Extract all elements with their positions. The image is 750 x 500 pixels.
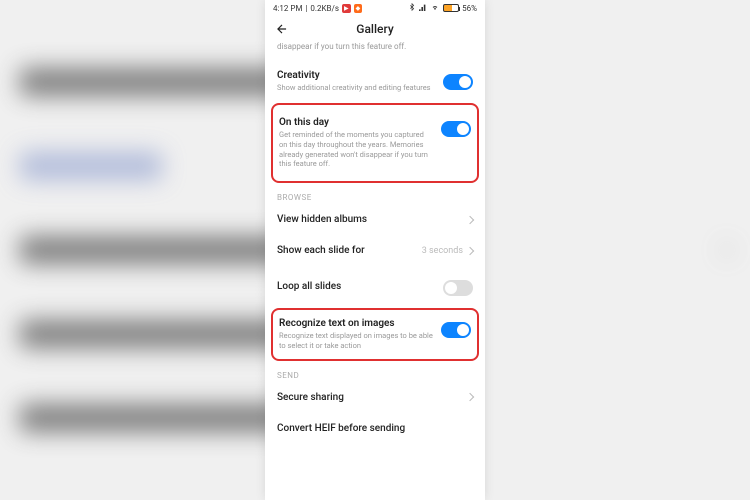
youtube-icon: ▶ — [342, 4, 351, 13]
status-time: 4:12 PM — [273, 4, 302, 13]
loop-slides-toggle[interactable] — [443, 280, 473, 296]
nav-secure-sharing[interactable]: Secure sharing — [277, 382, 473, 413]
setting-desc: Recognize text displayed on images to be… — [279, 331, 433, 351]
setting-title: Creativity — [277, 70, 435, 81]
wifi-icon — [430, 3, 440, 13]
chevron-right-icon — [466, 246, 474, 254]
setting-desc: Get reminded of the moments you captured… — [279, 130, 433, 169]
setting-loop-slides: Loop all slides — [277, 266, 473, 306]
settings-content: disappear if you turn this feature off. … — [265, 42, 485, 500]
back-button[interactable] — [275, 22, 289, 36]
battery-icon — [443, 4, 459, 12]
setting-on-this-day: On this day Get reminded of the moments … — [279, 109, 471, 177]
highlight-recognize-text: Recognize text on images Recognize text … — [271, 308, 479, 361]
status-network-speed: 0.2KB/s — [310, 4, 339, 13]
app-badge-icon: ◆ — [354, 4, 363, 13]
phone-screen: 4:12 PM | 0.2KB/s ▶ ◆ 56% Gallery disapp — [265, 0, 485, 500]
status-bar: 4:12 PM | 0.2KB/s ▶ ◆ 56% — [265, 0, 485, 16]
on-this-day-toggle[interactable] — [441, 121, 471, 137]
setting-recognize-text: Recognize text on images Recognize text … — [279, 314, 471, 355]
section-send: SEND — [277, 371, 473, 380]
setting-title: Recognize text on images — [279, 318, 433, 329]
setting-convert-heif: Convert HEIF before sending — [277, 413, 473, 444]
recognize-text-toggle[interactable] — [441, 322, 471, 338]
battery-percent: 56% — [462, 4, 477, 13]
truncated-prev-text: disappear if you turn this feature off. — [277, 42, 473, 52]
nav-show-each-slide[interactable]: Show each slide for 3 seconds — [277, 235, 473, 266]
section-browse: BROWSE — [277, 193, 473, 202]
chevron-right-icon — [466, 393, 474, 401]
slide-duration-value: 3 seconds — [422, 246, 463, 256]
bluetooth-icon — [408, 3, 416, 13]
nav-view-hidden-albums[interactable]: View hidden albums — [277, 204, 473, 235]
chevron-right-icon — [466, 215, 474, 223]
setting-creativity: Creativity Show additional creativity an… — [277, 62, 473, 101]
setting-desc: Show additional creativity and editing f… — [277, 83, 435, 93]
setting-title: On this day — [279, 117, 433, 128]
header: Gallery — [265, 16, 485, 42]
highlight-on-this-day: On this day Get reminded of the moments … — [271, 103, 479, 183]
creativity-toggle[interactable] — [443, 74, 473, 90]
page-title: Gallery — [356, 22, 393, 36]
signal-icon — [419, 3, 427, 13]
